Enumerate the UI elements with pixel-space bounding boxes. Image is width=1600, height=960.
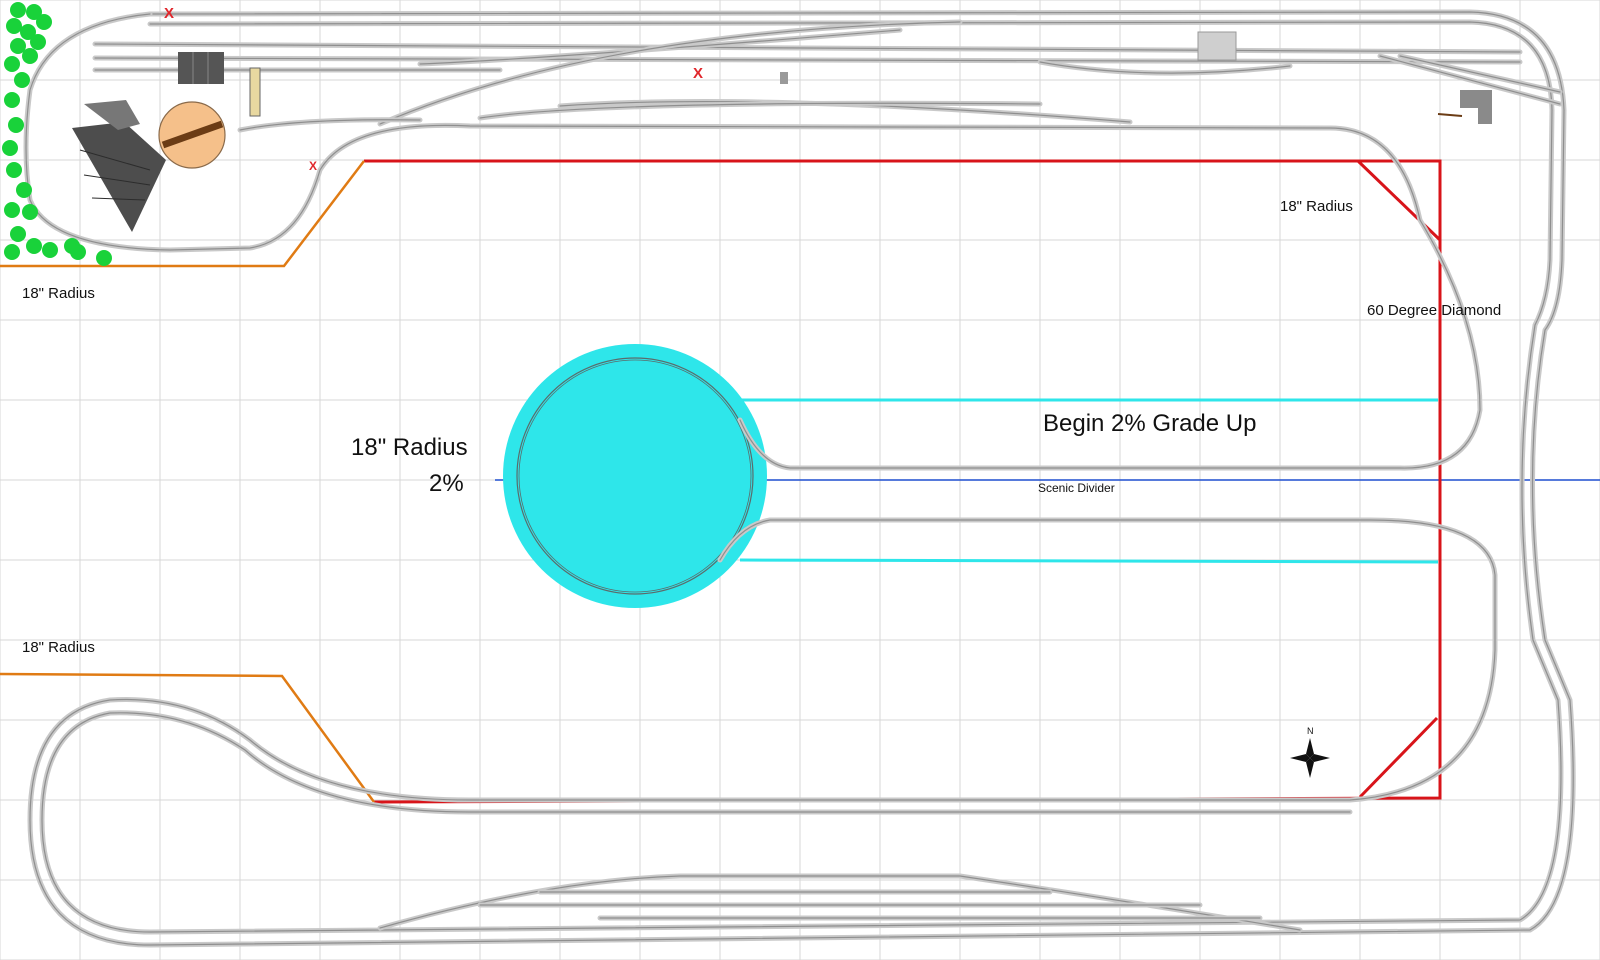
tree bbox=[16, 182, 32, 198]
track-bed bbox=[27, 9, 1576, 948]
removed-track-markers: X X X bbox=[164, 5, 703, 173]
tree bbox=[6, 162, 22, 178]
tree bbox=[4, 56, 20, 72]
track-rail bbox=[41, 21, 1562, 933]
radius-label-top-left: 18" Radius bbox=[22, 285, 95, 302]
tree bbox=[10, 2, 26, 18]
track-bed bbox=[377, 19, 963, 127]
removed-marker: X bbox=[693, 65, 703, 82]
track-rail bbox=[29, 11, 1574, 946]
tree bbox=[14, 72, 30, 88]
tree bbox=[4, 92, 20, 108]
track-rail bbox=[94, 43, 1521, 53]
radius-label-top-right: 18" Radius bbox=[1280, 198, 1353, 215]
removed-marker: X bbox=[309, 159, 317, 173]
tree bbox=[10, 226, 26, 242]
tree bbox=[4, 244, 20, 260]
scenic-divider-label: Scenic Divider bbox=[1038, 481, 1115, 495]
tree bbox=[4, 202, 20, 218]
track-rail bbox=[379, 21, 961, 125]
tree bbox=[22, 48, 38, 64]
radius-label-bottom-left: 18" Radius bbox=[22, 639, 95, 656]
track-plan: X X X N 18" Radius 18" Radius 60 Degree … bbox=[0, 0, 1600, 960]
tree bbox=[42, 242, 58, 258]
helix-grade-label: 2% bbox=[429, 470, 464, 497]
compass-north-label: N bbox=[1307, 726, 1314, 736]
tree bbox=[8, 117, 24, 133]
grade-start-label: Begin 2% Grade Up bbox=[1043, 410, 1256, 437]
turntable bbox=[158, 101, 226, 169]
diamond-label: 60 Degree Diamond bbox=[1367, 302, 1501, 319]
tree bbox=[64, 238, 80, 254]
tree bbox=[96, 250, 112, 266]
removed-marker: X bbox=[164, 5, 174, 22]
tree bbox=[30, 34, 46, 50]
tree bbox=[26, 238, 42, 254]
tree bbox=[6, 18, 22, 34]
helix bbox=[503, 344, 1439, 608]
tree bbox=[22, 204, 38, 220]
compass-rose: N bbox=[1290, 726, 1330, 778]
roundhouse bbox=[72, 100, 166, 232]
tree bbox=[2, 140, 18, 156]
helix-radius-label: 18" Radius bbox=[351, 434, 468, 461]
tree bbox=[36, 14, 52, 30]
track-bed bbox=[39, 19, 1564, 935]
